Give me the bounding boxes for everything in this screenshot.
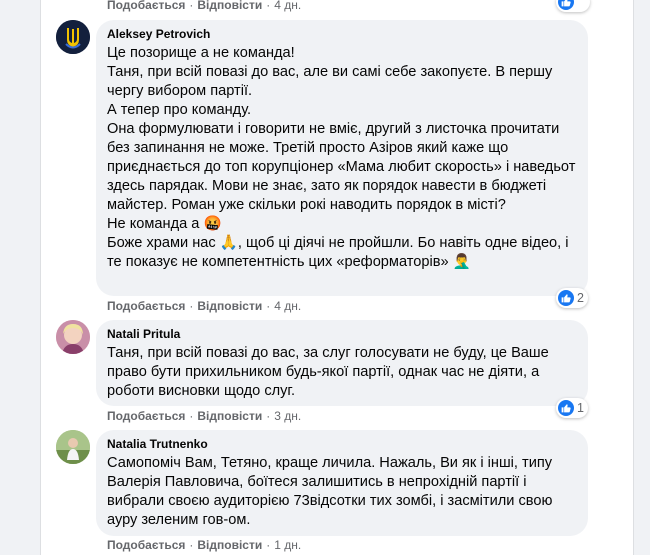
like-action[interactable]: Подобається <box>107 409 185 423</box>
comment-time[interactable]: 4 дн. <box>274 299 301 313</box>
comment-bubble: Natali Pritula Таня, при всій повазі до … <box>96 320 588 406</box>
person-photo-icon <box>56 320 90 354</box>
avatar[interactable] <box>56 430 90 464</box>
like-action[interactable]: Подобається <box>107 299 185 313</box>
reply-action[interactable]: Відповісти <box>197 0 262 12</box>
comment-text: Це позорище а не команда! Таня, при всій… <box>107 45 576 270</box>
comment-time[interactable]: 4 дн. <box>274 0 301 12</box>
like-icon <box>558 290 574 306</box>
like-icon <box>558 400 574 416</box>
reaction-count: 1 <box>577 401 584 415</box>
like-action[interactable]: Подобається <box>107 0 185 12</box>
comment-author[interactable]: Aleksey Petrovich <box>107 27 576 41</box>
previous-comment-actions: Подобається · Відповісти · 4 дн. <box>107 0 302 12</box>
comment-bubble: Aleksey Petrovich Це позорище а не коман… <box>96 20 588 296</box>
comment-text: Самопоміч Вам, Тетяно, краще личила. Наж… <box>107 455 553 528</box>
reaction-count-badge[interactable] <box>556 0 590 12</box>
avatar[interactable] <box>56 20 90 54</box>
trident-emblem-icon <box>56 20 90 54</box>
reply-action[interactable]: Відповісти <box>197 299 262 313</box>
reaction-count-badge[interactable]: 1 <box>556 398 588 418</box>
comment-author[interactable]: Natali Pritula <box>107 327 576 341</box>
comment-time[interactable]: 1 дн. <box>274 538 301 552</box>
comment-actions: Подобається · Відповісти · 3 дн. <box>107 409 302 423</box>
reaction-count: 2 <box>577 291 584 305</box>
comment-time[interactable]: 3 дн. <box>274 409 301 423</box>
comment-actions: Подобається · Відповісти · 1 дн. <box>107 538 302 552</box>
reaction-count-badge[interactable]: 2 <box>556 288 588 308</box>
comment-text: Таня, при всій повазі до вас, за слуг го… <box>107 345 549 399</box>
comment-bubble: Natalia Trutnenko Самопоміч Вам, Тетяно,… <box>96 430 588 536</box>
reply-action[interactable]: Відповісти <box>197 409 262 423</box>
avatar[interactable] <box>56 320 90 354</box>
like-action[interactable]: Подобається <box>107 538 185 552</box>
comment-actions: Подобається · Відповісти · 4 дн. <box>107 299 302 313</box>
like-icon <box>558 0 574 10</box>
comment-author[interactable]: Natalia Trutnenko <box>107 437 576 451</box>
reply-action[interactable]: Відповісти <box>197 538 262 552</box>
outdoor-photo-icon <box>56 430 90 464</box>
